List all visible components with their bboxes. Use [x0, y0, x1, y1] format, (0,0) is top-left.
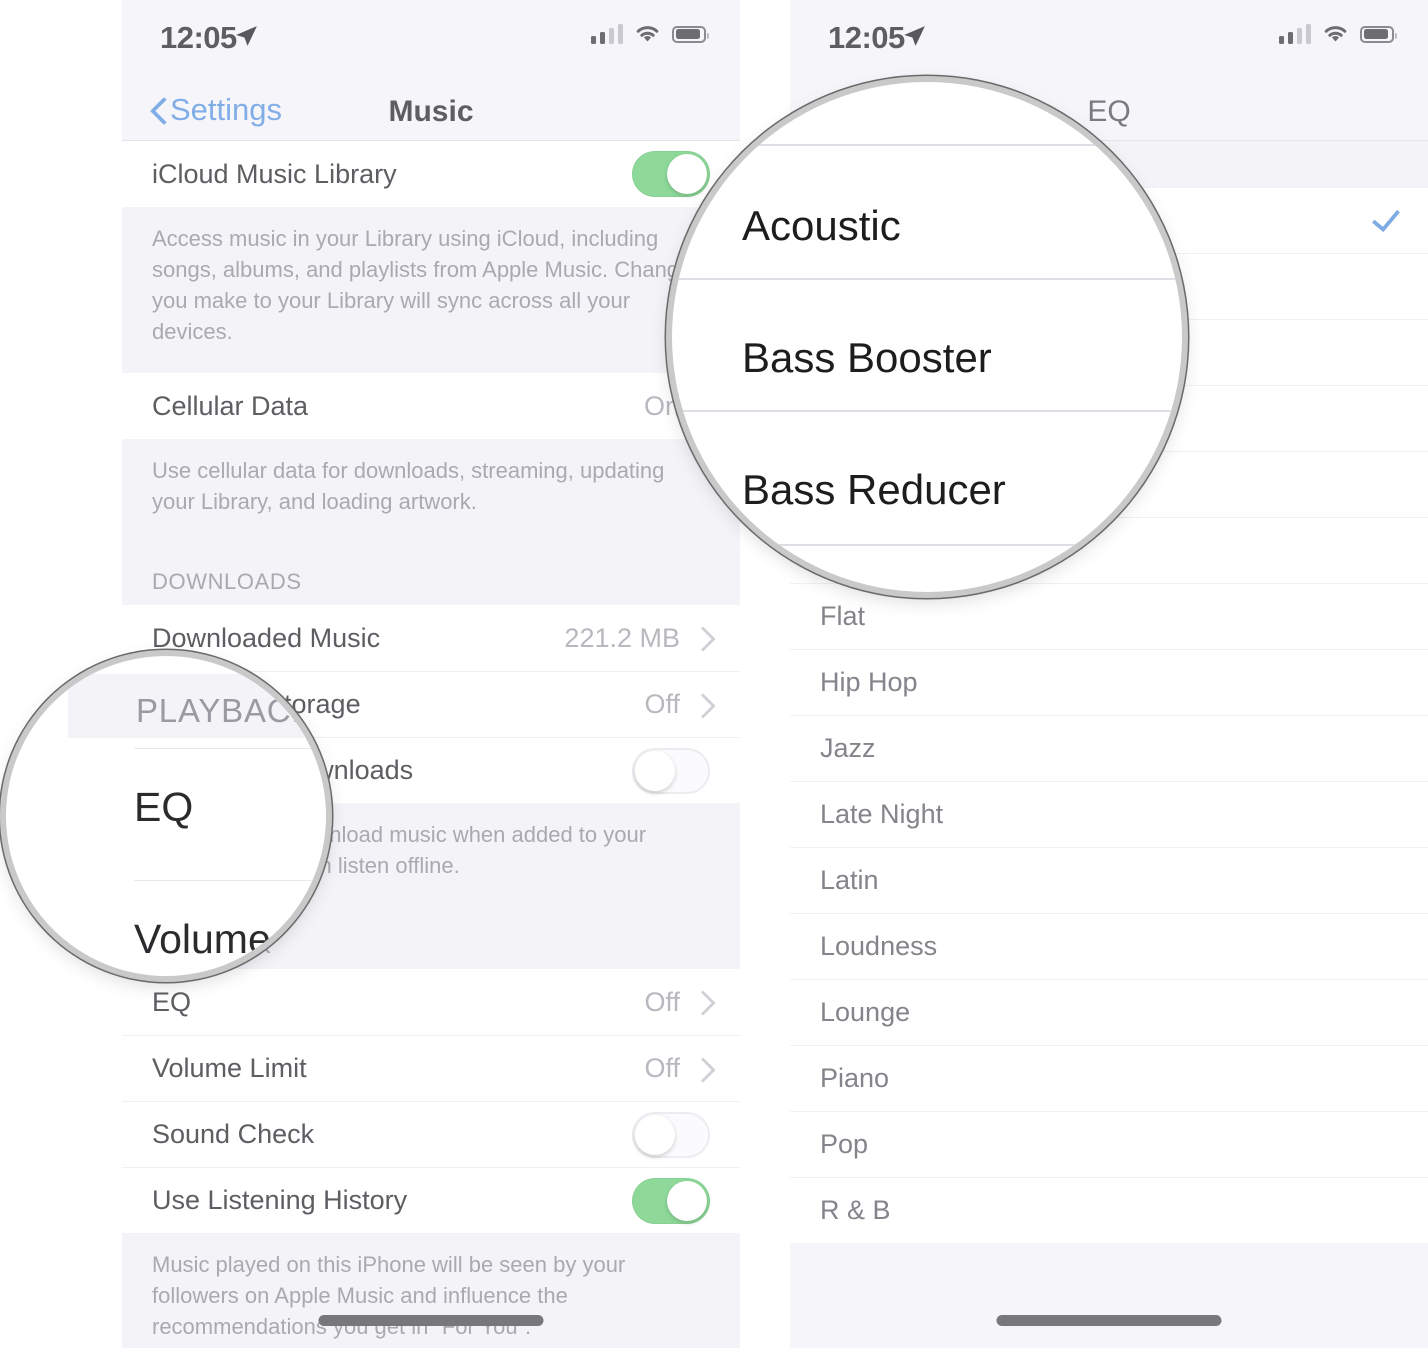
wifi-icon: [636, 26, 659, 42]
status-time: 12:05: [828, 20, 905, 55]
wifi-icon: [1324, 26, 1347, 42]
magnifier-left-content: PLAYBACK EQ Volume: [6, 656, 326, 976]
status-indicators: [1278, 24, 1397, 44]
eq-option-lounge[interactable]: Lounge: [790, 979, 1428, 1045]
magnifier-right-content: Acoustic Bass Booster Bass Reducer: [672, 82, 1182, 592]
row-volume-limit[interactable]: Volume Limit Off: [122, 1035, 740, 1101]
home-indicator[interactable]: [996, 1315, 1222, 1326]
magnified-section-label: PLAYBACK: [136, 692, 315, 729]
toggle-knob: [635, 750, 675, 791]
magnified-row-bass-reducer[interactable]: Bass Reducer: [742, 466, 1006, 514]
location-arrow-icon: [904, 26, 925, 46]
eq-option-label: Flat: [820, 601, 866, 631]
playback-group: EQ Off Volume Limit Off Sound Check Use …: [122, 969, 740, 1233]
row-value: 221.2 MB: [564, 622, 680, 653]
row-value: Off: [644, 1053, 680, 1083]
section-header-downloads: DOWNLOADS: [122, 543, 740, 605]
magnified-row-volume[interactable]: Volume: [134, 916, 271, 963]
left-status-bar: 12:05: [122, 0, 740, 78]
row-eq[interactable]: EQ Off: [122, 969, 740, 1035]
magnified-divider: [134, 880, 326, 881]
eq-option-label: R & B: [820, 1195, 891, 1225]
row-value: Off: [644, 986, 680, 1017]
icloud-group: iCloud Music Library: [122, 141, 740, 207]
magnifier-right: Acoustic Bass Booster Bass Reducer: [672, 82, 1182, 592]
magnified-divider: [672, 144, 1182, 146]
magnified-row-eq[interactable]: EQ: [134, 784, 193, 831]
magnified-row-acoustic[interactable]: Acoustic: [742, 202, 901, 250]
eq-option-jazz[interactable]: Jazz: [790, 715, 1428, 781]
eq-option-late-night[interactable]: Late Night: [790, 781, 1428, 847]
checkmark-icon: [1370, 207, 1398, 235]
chevron-right-icon: [694, 692, 710, 718]
row-label: Volume Limit: [152, 1053, 307, 1083]
chevron-right-icon: [694, 1056, 710, 1082]
row-use-listening-history[interactable]: Use Listening History: [122, 1167, 740, 1233]
sound-check-toggle[interactable]: [632, 1111, 710, 1158]
status-time: 12:05: [160, 20, 237, 55]
left-nav-bar: Settings Music: [122, 78, 740, 141]
eq-option-latin[interactable]: Latin: [790, 847, 1428, 913]
battery-icon: [672, 25, 709, 43]
row-label: EQ: [152, 986, 192, 1017]
chevron-right-icon: [694, 625, 710, 651]
eq-option-flat[interactable]: Flat: [790, 583, 1428, 649]
row-label: Cellular Data: [152, 390, 309, 421]
status-indicators: [590, 24, 709, 44]
eq-option-label: Hip Hop: [820, 667, 918, 697]
right-status-bar: 12:05: [790, 0, 1428, 78]
magnified-divider: [672, 278, 1182, 280]
magnified-divider: [672, 410, 1182, 412]
row-label: Downloaded Music: [152, 622, 381, 653]
eq-option-label: Pop: [820, 1129, 869, 1159]
cellular-signal-icon: [1278, 24, 1311, 44]
eq-option-label: Lounge: [820, 997, 911, 1027]
row-sound-check[interactable]: Sound Check: [122, 1101, 740, 1167]
eq-option-label: Late Night: [820, 799, 944, 829]
screenshot-stage: 12:05 Settings Music iCloud Music Librar…: [0, 0, 1428, 1348]
footnote-icloud: Access music in your Library using iClou…: [122, 207, 740, 373]
toggle-knob: [667, 1180, 707, 1221]
magnified-section-playback: PLAYBACK: [68, 674, 326, 738]
row-label: iCloud Music Library: [152, 158, 397, 189]
eq-option-pop[interactable]: Pop: [790, 1111, 1428, 1177]
toggle-knob: [635, 1114, 675, 1155]
chevron-right-icon: [694, 989, 710, 1015]
footnote-cellular: Use cellular data for downloads, streami…: [122, 439, 740, 543]
automatic-downloads-toggle[interactable]: [632, 747, 710, 794]
eq-option-label: Loudness: [820, 931, 938, 961]
footnote-listening-history: Music played on this iPhone will be seen…: [122, 1233, 740, 1348]
eq-option-piano[interactable]: Piano: [790, 1045, 1428, 1111]
page-title: Music: [388, 95, 474, 128]
row-icloud-music-library[interactable]: iCloud Music Library: [122, 141, 740, 207]
eq-option-r-and-b[interactable]: R & B: [790, 1177, 1428, 1243]
row-cellular-data[interactable]: Cellular Data On: [122, 373, 740, 439]
magnifier-left: PLAYBACK EQ Volume: [6, 656, 326, 976]
magnified-divider: [134, 748, 326, 749]
eq-option-label: Jazz: [820, 733, 876, 763]
row-label: Use Listening History: [152, 1185, 408, 1215]
cellular-group: Cellular Data On: [122, 373, 740, 439]
eq-option-hip-hop[interactable]: Hip Hop: [790, 649, 1428, 715]
eq-option-label: Piano: [820, 1063, 890, 1093]
cellular-signal-icon: [590, 24, 623, 44]
magnified-row-bass-booster[interactable]: Bass Booster: [742, 334, 992, 382]
eq-option-label: Latin: [820, 865, 879, 895]
magnified-divider: [672, 544, 1182, 546]
battery-icon: [1360, 25, 1397, 43]
eq-option-loudness[interactable]: Loudness: [790, 913, 1428, 979]
row-label: Sound Check: [152, 1119, 315, 1149]
use-listening-history-toggle[interactable]: [632, 1177, 710, 1224]
home-indicator[interactable]: [318, 1315, 544, 1326]
location-arrow-icon: [236, 26, 257, 46]
row-value: Off: [644, 689, 680, 719]
